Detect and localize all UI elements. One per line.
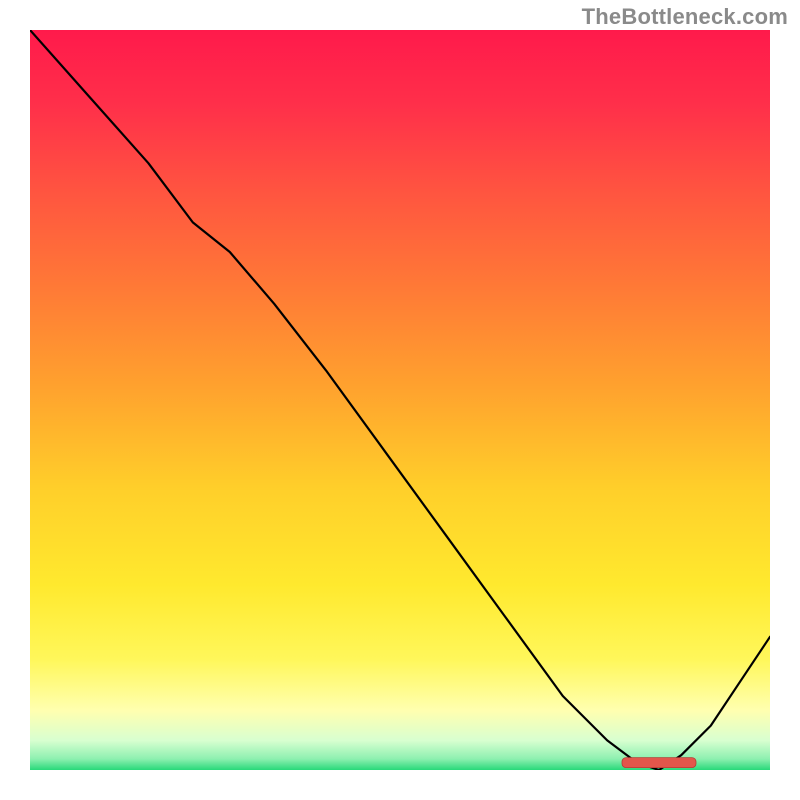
min-highlight-badge bbox=[622, 758, 696, 768]
gradient-bg bbox=[30, 30, 770, 770]
chart-svg bbox=[30, 30, 770, 770]
watermark-text: TheBottleneck.com bbox=[582, 4, 788, 30]
plot-area bbox=[30, 30, 770, 770]
chart-container: TheBottleneck.com bbox=[0, 0, 800, 800]
